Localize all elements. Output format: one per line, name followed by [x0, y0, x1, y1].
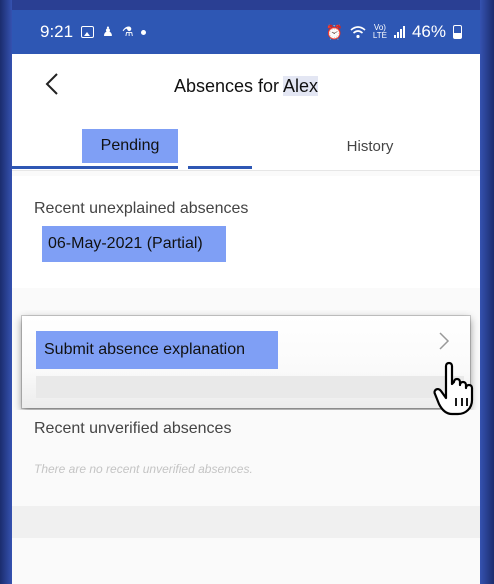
- lte-icon: Vo) LTE: [372, 23, 387, 40]
- tab-pending[interactable]: Pending: [82, 129, 178, 163]
- status-right: ⏰ Vo) LTE 46%: [325, 22, 462, 42]
- teams-icon: ♟: [102, 24, 114, 39]
- phone-screen: 9:21 ♟ ⚗ ⏰ Vo) LTE 46% Absences for Alex…: [12, 10, 480, 584]
- tab-indicator-gap: [178, 166, 188, 169]
- wifi-icon: [350, 25, 366, 38]
- signal-icon: [393, 26, 405, 38]
- battery-text: 46%: [411, 22, 446, 41]
- notification-dot-icon: [141, 29, 147, 35]
- page-title-name: Alex: [283, 76, 319, 96]
- status-left: 9:21 ♟ ⚗: [40, 22, 147, 42]
- absence-item[interactable]: 06-May-2021 (Partial): [42, 226, 226, 262]
- unverified-label: Recent unverified absences: [34, 420, 232, 437]
- page-title: Absences for Alex: [12, 76, 480, 97]
- status-time: 9:21: [40, 22, 74, 41]
- unverified-empty-text: There are no recent unverified absences.: [34, 462, 253, 476]
- bottom-strip: [12, 506, 480, 538]
- frame-left: [0, 0, 12, 584]
- alarm-icon: ⏰: [325, 23, 343, 40]
- contact-icon: ⚗: [121, 24, 134, 39]
- page-title-prefix: Absences for: [173, 76, 280, 96]
- frame-right: [480, 0, 494, 584]
- frame-top: [0, 0, 494, 10]
- submit-card-strip: [36, 376, 464, 398]
- status-bar: 9:21 ♟ ⚗ ⏰ Vo) LTE 46%: [12, 10, 480, 54]
- submit-explanation-label: Submit absence explanation: [36, 331, 278, 369]
- tab-selected-indicator: [12, 166, 252, 169]
- tab-history[interactable]: History: [322, 129, 418, 163]
- image-icon: [81, 26, 95, 38]
- submit-explanation-card[interactable]: Submit absence explanation: [22, 316, 470, 408]
- chevron-right-icon: [438, 330, 450, 358]
- tab-bar: Pending History: [12, 114, 480, 171]
- unexplained-label: Recent unexplained absences: [34, 200, 249, 217]
- app-header: Absences for Alex: [12, 54, 480, 114]
- hand-cursor-icon: [433, 361, 474, 416]
- battery-icon: [453, 25, 462, 39]
